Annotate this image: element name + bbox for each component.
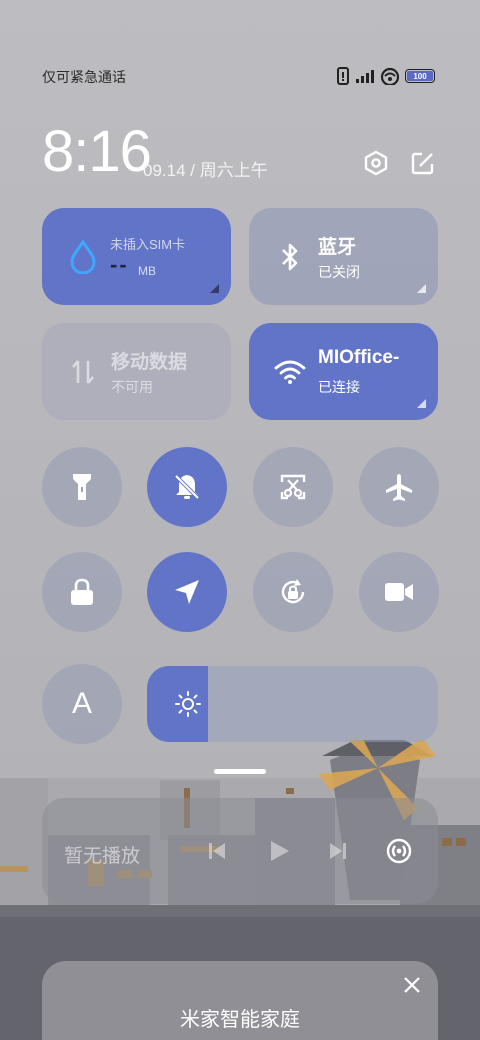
- airplane-icon: [386, 474, 412, 501]
- data-usage-title: 未插入SIM卡: [110, 237, 186, 252]
- mute-toggle[interactable]: [147, 447, 227, 527]
- previous-icon: [209, 843, 225, 859]
- wifi-tile[interactable]: MIOffice- 已连接: [249, 323, 438, 420]
- status-icons: 100: [336, 66, 435, 86]
- date-text: 09.14 / 周六上午: [143, 161, 268, 180]
- data-usage-unit: MB: [138, 264, 156, 278]
- smart-home-title: 米家智能家庭: [180, 1009, 300, 1031]
- tile-corner-indicator: [417, 399, 426, 408]
- signal-icon: [356, 70, 374, 83]
- sim-missing-icon: [337, 67, 349, 85]
- carrier-status-text: 仅可紧急通话: [42, 69, 126, 85]
- video-camera-icon: [385, 583, 413, 601]
- letter-a-icon: A: [71, 687, 92, 720]
- bluetooth-status: 已关闭: [318, 264, 360, 280]
- battery-icon: 100: [405, 69, 435, 83]
- location-toggle[interactable]: [147, 552, 227, 632]
- screenshot-toggle[interactable]: [253, 447, 333, 527]
- mobile-data-title: 移动数据: [111, 352, 188, 373]
- cast-icon: [386, 838, 412, 864]
- settings-button[interactable]: [361, 148, 391, 178]
- sun-icon: [175, 691, 201, 717]
- smart-home-card[interactable]: 米家智能家庭: [42, 961, 438, 1040]
- edit-button[interactable]: [408, 148, 438, 178]
- data-transfer-icon: [66, 355, 100, 389]
- mobile-data-status: 不可用: [111, 379, 153, 395]
- screen-recorder-toggle[interactable]: [359, 552, 439, 632]
- flashlight-toggle[interactable]: [42, 447, 122, 527]
- tile-corner-indicator: [417, 284, 426, 293]
- rotation-lock-toggle[interactable]: [253, 552, 333, 632]
- edit-icon: [411, 152, 434, 175]
- tile-corner-indicator: [210, 284, 219, 293]
- bell-off-icon: [174, 474, 200, 500]
- scissors-icon: [280, 474, 306, 500]
- font-size-toggle[interactable]: A: [42, 664, 122, 744]
- wifi-status-icon: [380, 67, 400, 85]
- lock-screen-toggle[interactable]: [42, 552, 122, 632]
- bluetooth-icon: [273, 240, 307, 274]
- mobile-data-tile[interactable]: 移动数据 不可用: [42, 323, 231, 420]
- play-icon: [271, 841, 289, 861]
- brightness-slider[interactable]: [147, 666, 438, 742]
- wifi-icon: [273, 355, 307, 389]
- water-drop-icon: [66, 240, 100, 274]
- flashlight-icon: [73, 474, 91, 500]
- play-button[interactable]: [262, 834, 296, 868]
- battery-level: 100: [413, 71, 427, 81]
- close-icon[interactable]: [402, 975, 422, 995]
- media-player-card[interactable]: 暂无播放: [42, 798, 438, 904]
- next-icon: [330, 843, 346, 859]
- data-usage-value: --: [110, 252, 129, 277]
- airplane-mode-toggle[interactable]: [359, 447, 439, 527]
- lock-icon: [71, 578, 93, 605]
- data-usage-tile[interactable]: 未插入SIM卡 -- MB: [42, 208, 231, 305]
- previous-button[interactable]: [200, 834, 234, 868]
- bluetooth-title: 蓝牙: [318, 237, 357, 258]
- wifi-status: 已连接: [318, 379, 360, 395]
- bluetooth-tile[interactable]: 蓝牙 已关闭: [249, 208, 438, 305]
- settings-icon: [364, 150, 388, 176]
- drag-handle[interactable]: [214, 769, 266, 774]
- wifi-title: MIOffice-: [318, 347, 400, 368]
- clock-time: 8:16: [42, 119, 152, 184]
- cast-button[interactable]: [382, 834, 416, 868]
- media-status-text: 暂无播放: [64, 846, 141, 867]
- navigation-icon: [175, 580, 199, 604]
- next-button[interactable]: [321, 834, 355, 868]
- rotation-lock-icon: [281, 579, 305, 604]
